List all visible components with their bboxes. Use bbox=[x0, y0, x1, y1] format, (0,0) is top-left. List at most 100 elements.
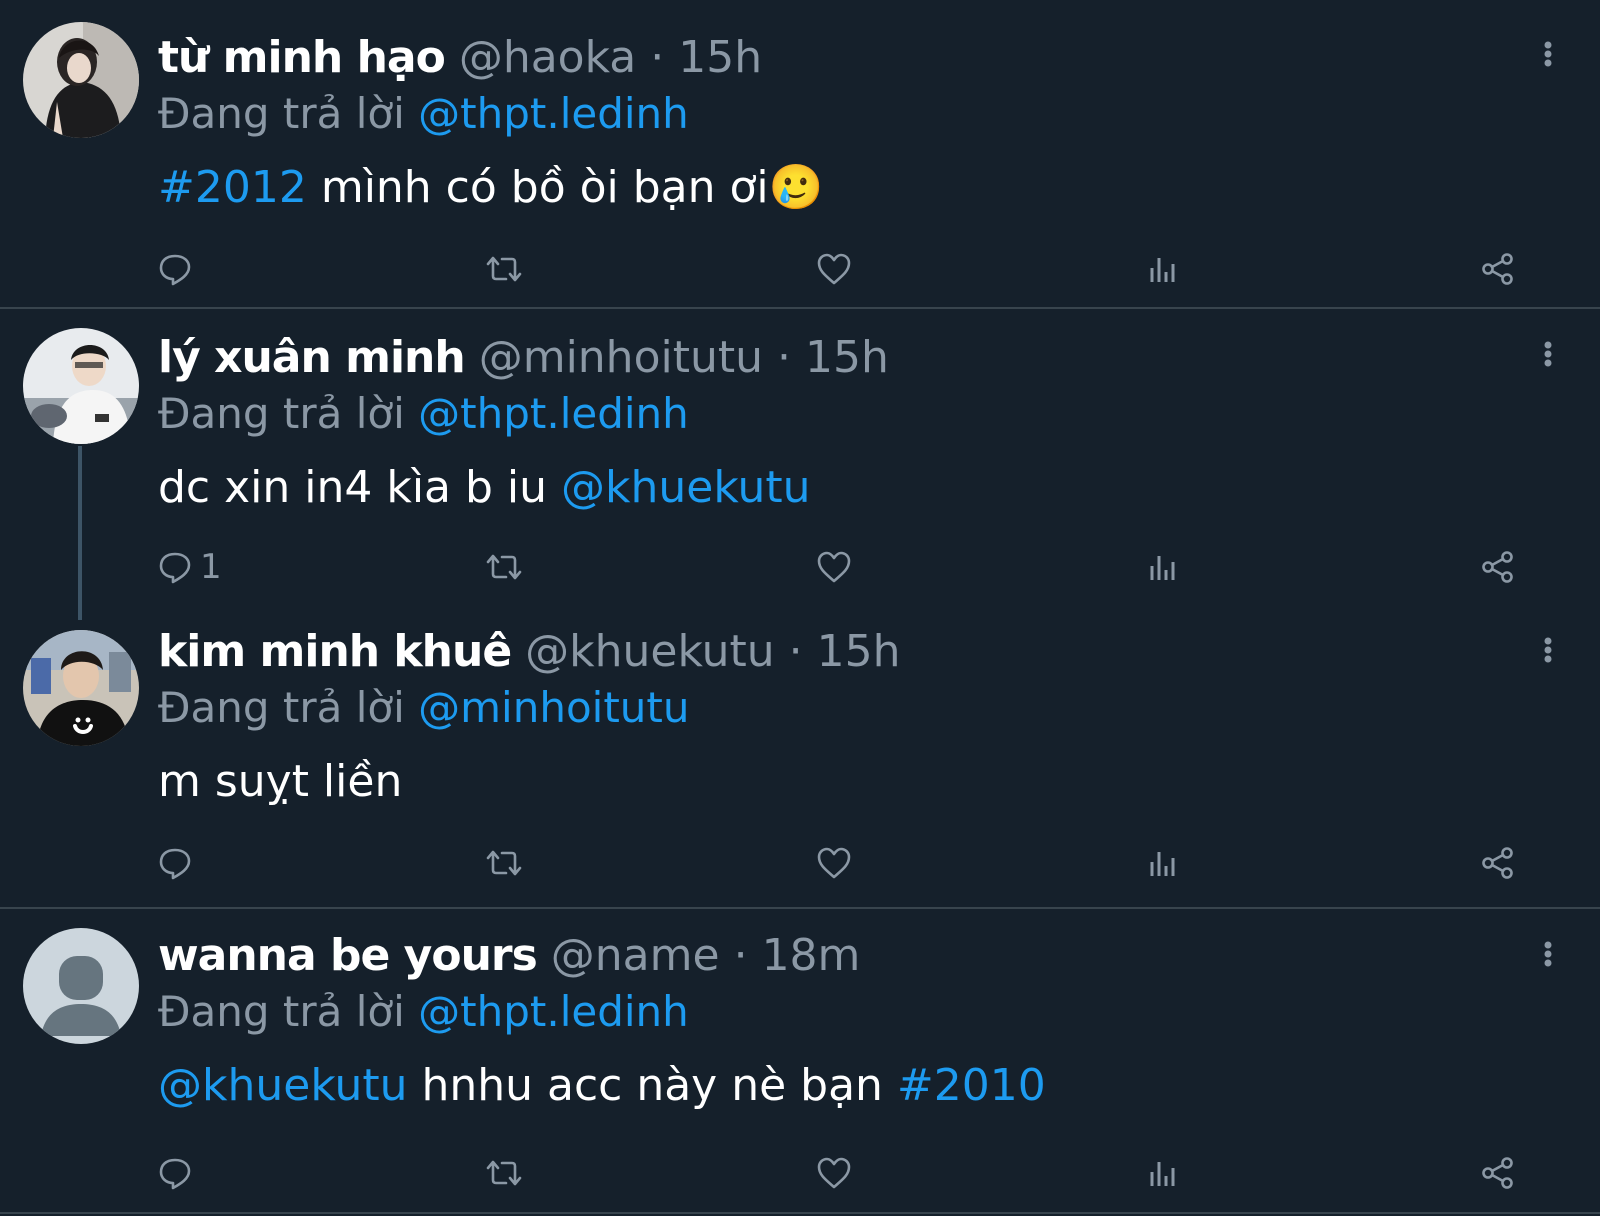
views-button[interactable] bbox=[1148, 244, 1178, 294]
hashtag-link[interactable]: #2012 bbox=[158, 162, 307, 213]
tweet-divider bbox=[0, 1212, 1600, 1214]
tweet-content: kim minh khuê @khuekutu · 15h Đang trả l… bbox=[158, 622, 1560, 822]
mention-link[interactable]: @khuekutu bbox=[561, 462, 810, 513]
reply-button[interactable] bbox=[158, 838, 200, 888]
tweet[interactable]: lý xuân minh @minhoitutu · 15h Đang trả … bbox=[0, 310, 1600, 620]
thread-connector bbox=[78, 446, 82, 620]
user-handle[interactable]: @haoka bbox=[459, 32, 636, 83]
reply-label: Đang trả lời bbox=[158, 683, 405, 732]
reply-icon bbox=[159, 848, 191, 880]
views-icon bbox=[1150, 852, 1175, 876]
views-icon bbox=[1150, 1162, 1175, 1186]
retweet-button[interactable] bbox=[484, 542, 524, 592]
views-button[interactable] bbox=[1148, 838, 1178, 888]
tweet-actions bbox=[158, 244, 1548, 294]
reply-to-mention[interactable]: @minhoitutu bbox=[418, 683, 689, 732]
heart-icon bbox=[817, 551, 851, 583]
tweet-actions bbox=[158, 1148, 1548, 1198]
display-name[interactable]: wanna be yours bbox=[158, 930, 538, 981]
share-icon bbox=[1482, 847, 1513, 879]
reply-button[interactable]: 1 bbox=[158, 542, 222, 592]
reply-button[interactable] bbox=[158, 1148, 200, 1198]
tweet-header: wanna be yours @name · 18m bbox=[158, 926, 860, 986]
reply-label: Đang trả lời bbox=[158, 89, 405, 138]
separator-dot: · bbox=[776, 332, 791, 383]
retweet-button[interactable] bbox=[484, 244, 524, 294]
heart-icon bbox=[817, 253, 851, 285]
separator-dot: · bbox=[788, 626, 803, 677]
timestamp[interactable]: 18m bbox=[762, 930, 861, 981]
retweet-icon bbox=[486, 256, 522, 282]
user-handle[interactable]: @khuekutu bbox=[525, 626, 774, 677]
display-name[interactable]: kim minh khuê bbox=[158, 626, 512, 677]
retweet-button[interactable] bbox=[484, 1148, 524, 1198]
timestamp[interactable]: 15h bbox=[817, 626, 901, 677]
views-icon bbox=[1150, 258, 1175, 282]
tweet[interactable]: wanna be yours @name · 18m Đang trả lời … bbox=[0, 910, 1600, 1210]
tweet[interactable]: từ minh hạo @haoka · 15h Đang trả lời @t… bbox=[0, 0, 1600, 302]
display-name[interactable]: lý xuân minh bbox=[158, 332, 466, 383]
reply-label: Đang trả lời bbox=[158, 389, 405, 438]
reply-icon bbox=[159, 254, 191, 286]
share-button[interactable] bbox=[1480, 244, 1516, 294]
like-button[interactable] bbox=[816, 838, 852, 888]
like-button[interactable] bbox=[816, 1148, 852, 1198]
tweet-actions bbox=[158, 838, 1548, 888]
tweet-content: wanna be yours @name · 18m Đang trả lời … bbox=[158, 926, 1560, 1126]
like-button[interactable] bbox=[816, 244, 852, 294]
separator-dot: · bbox=[733, 930, 748, 981]
views-button[interactable] bbox=[1148, 1148, 1178, 1198]
avatar[interactable] bbox=[23, 630, 139, 746]
user-handle[interactable]: @name bbox=[551, 930, 720, 981]
tweet-text: #2012 mình có bồ òi bạn ơi🥲 bbox=[158, 158, 823, 218]
tweet-text-content: hnhu acc này nè bạn bbox=[407, 1060, 897, 1111]
tweet-text-content: mình có bồ òi bạn ơi bbox=[306, 162, 769, 213]
avatar[interactable] bbox=[23, 22, 139, 138]
reply-to-mention[interactable]: @thpt.ledinh bbox=[418, 89, 689, 138]
tweet-actions: 1 bbox=[158, 542, 1548, 592]
more-vertical-icon[interactable] bbox=[1536, 40, 1560, 80]
share-button[interactable] bbox=[1480, 838, 1516, 888]
user-handle[interactable]: @minhoitutu bbox=[479, 332, 763, 383]
reply-icon bbox=[159, 1158, 191, 1190]
avatar-photo bbox=[23, 630, 139, 746]
avatar-photo bbox=[23, 328, 139, 444]
timestamp[interactable]: 15h bbox=[805, 332, 889, 383]
more-vertical-icon[interactable] bbox=[1536, 340, 1560, 380]
separator-dot: · bbox=[650, 32, 665, 83]
retweet-icon bbox=[486, 554, 522, 580]
tweet-header: từ minh hạo @haoka · 15h bbox=[158, 28, 762, 88]
avatar-photo bbox=[23, 22, 139, 138]
display-name[interactable]: từ minh hạo bbox=[158, 32, 446, 83]
hashtag-link[interactable]: #2010 bbox=[897, 1060, 1046, 1111]
reply-to-mention[interactable]: @thpt.ledinh bbox=[418, 389, 689, 438]
tweet-text-content: m suỵt liền bbox=[158, 756, 403, 807]
reply-to-mention[interactable]: @thpt.ledinh bbox=[418, 987, 689, 1036]
avatar[interactable] bbox=[23, 328, 139, 444]
reply-feed: từ minh hạo @haoka · 15h Đang trả lời @t… bbox=[0, 0, 1600, 1216]
retweet-button[interactable] bbox=[484, 838, 524, 888]
tweet[interactable]: kim minh khuê @khuekutu · 15h Đang trả l… bbox=[0, 610, 1600, 900]
more-vertical-icon[interactable] bbox=[1536, 940, 1560, 980]
tweet-text: @khuekutu hnhu acc này nè bạn #2010 bbox=[158, 1056, 1046, 1116]
share-icon bbox=[1482, 253, 1513, 285]
views-icon bbox=[1150, 556, 1175, 580]
retweet-icon bbox=[486, 850, 522, 876]
reply-label: Đang trả lời bbox=[158, 987, 405, 1036]
like-button[interactable] bbox=[816, 542, 852, 592]
avatar[interactable] bbox=[23, 928, 139, 1044]
share-button[interactable] bbox=[1480, 542, 1516, 592]
reply-context: Đang trả lời @minhoitutu bbox=[158, 678, 690, 738]
default-avatar-icon bbox=[23, 928, 139, 1044]
timestamp[interactable]: 15h bbox=[678, 32, 762, 83]
tweet-header: kim minh khuê @khuekutu · 15h bbox=[158, 622, 901, 682]
heart-icon bbox=[817, 847, 851, 879]
tweet-header: lý xuân minh @minhoitutu · 15h bbox=[158, 328, 889, 388]
mention-link[interactable]: @khuekutu bbox=[158, 1060, 407, 1111]
tweet-divider bbox=[0, 307, 1600, 309]
more-vertical-icon[interactable] bbox=[1536, 636, 1560, 676]
share-icon bbox=[1482, 551, 1513, 583]
views-button[interactable] bbox=[1148, 542, 1178, 592]
reply-button[interactable] bbox=[158, 244, 200, 294]
share-button[interactable] bbox=[1480, 1148, 1516, 1198]
